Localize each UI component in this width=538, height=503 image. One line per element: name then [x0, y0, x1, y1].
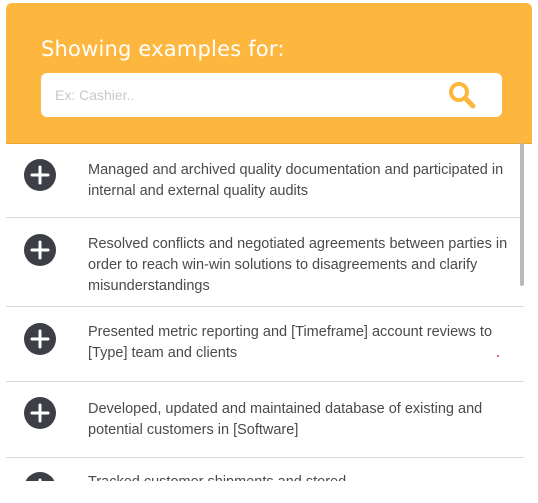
search-input[interactable] [41, 73, 435, 117]
header-title: Showing examples for: [41, 37, 285, 61]
example-text: Tracked customer shipments and stored... [88, 472, 514, 481]
plus-icon [30, 329, 50, 349]
decorative-dot [497, 355, 499, 357]
plus-icon [30, 165, 50, 185]
list-item: Developed, updated and maintained databa… [6, 382, 524, 458]
example-text: Developed, updated and maintained databa… [88, 401, 483, 438]
examples-panel: Showing examples for: Managed and archiv… [6, 3, 532, 481]
search-box [41, 73, 502, 117]
example-text: Managed and archived quality documentati… [88, 162, 504, 199]
add-example-button[interactable] [24, 323, 56, 355]
example-text: Presented metric reporting and [Timefram… [88, 324, 493, 361]
plus-icon [30, 240, 50, 260]
add-example-button[interactable] [24, 397, 56, 429]
plus-icon [38, 478, 42, 481]
examples-list: Managed and archived quality documentati… [6, 143, 524, 481]
list-item: Resolved conflicts and negotiated agreem… [6, 218, 524, 307]
header: Showing examples for: [6, 3, 532, 144]
list-item: Tracked customer shipments and stored... [6, 458, 524, 481]
add-example-button[interactable] [24, 234, 56, 266]
list-scrollbar[interactable] [520, 143, 524, 286]
plus-icon [30, 403, 50, 423]
example-text: Resolved conflicts and negotiated agreem… [88, 236, 508, 294]
search-icon[interactable] [448, 81, 476, 109]
list-item: Managed and archived quality documentati… [6, 143, 524, 218]
add-example-button[interactable] [24, 159, 56, 191]
add-example-button[interactable] [24, 472, 56, 481]
list-item: Presented metric reporting and [Timefram… [6, 307, 524, 382]
